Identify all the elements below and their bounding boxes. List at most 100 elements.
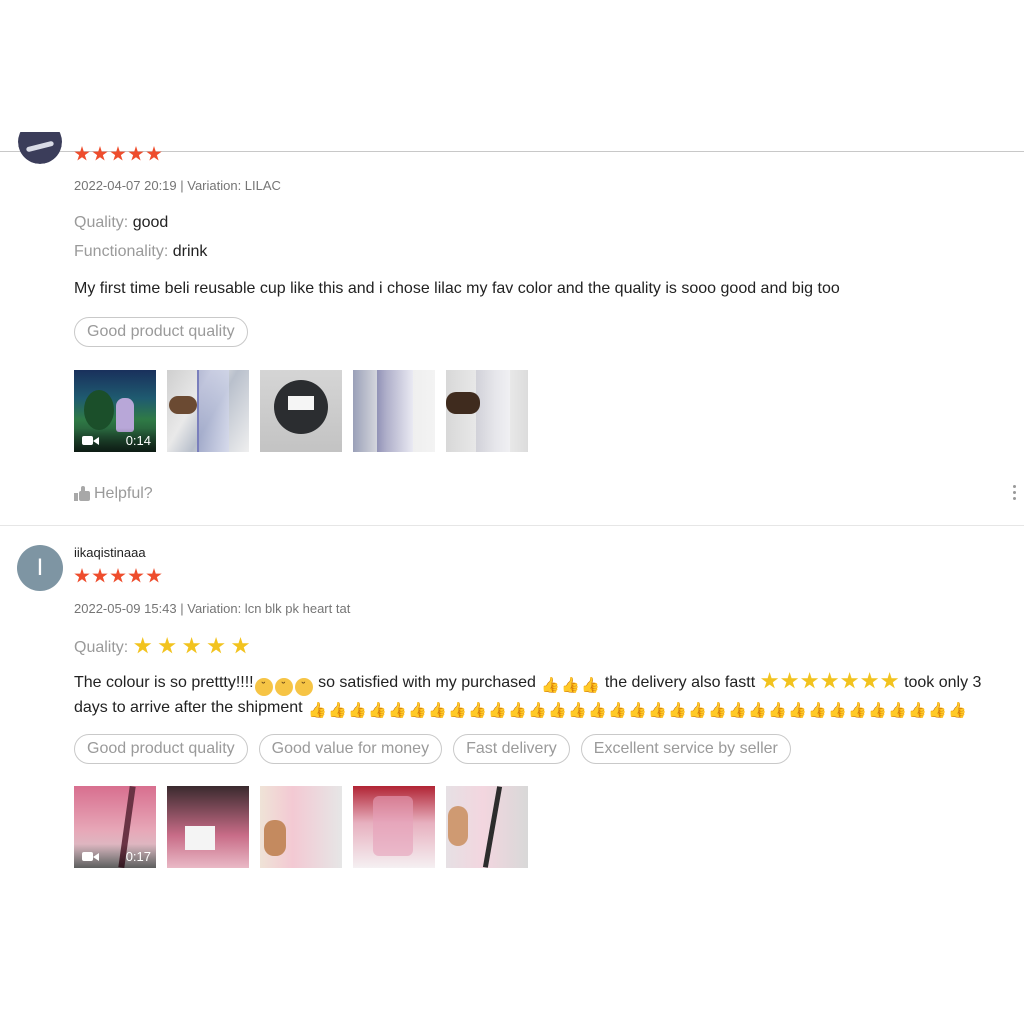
helpful-button[interactable]: Helpful?: [74, 485, 153, 503]
thumbs-up-emoji: 👍: [668, 702, 687, 719]
thumbs-up-emoji: 👍: [561, 677, 581, 694]
review-tag: Excellent service by seller: [580, 734, 791, 764]
attribute-value: good: [132, 214, 169, 231]
thumbs-up-emoji: 👍: [468, 702, 487, 719]
video-duration: 0:14: [125, 432, 151, 448]
star-emoji: [780, 672, 799, 689]
thumbs-up-emoji: 👍: [608, 702, 627, 719]
thumbs-up-emoji: 👍: [948, 702, 967, 719]
thumbs-up-emoji: 👍: [328, 702, 347, 719]
reviewer-avatar[interactable]: I: [17, 545, 63, 591]
reviewer-avatar[interactable]: [18, 132, 62, 164]
crying-face-emoji: ˘: [294, 678, 313, 696]
thumbs-up-emoji: 👍: [488, 702, 507, 719]
thumbs-up-emoji: 👍: [408, 702, 427, 719]
thumbs-up-emoji: 👍: [368, 702, 387, 719]
more-options-button[interactable]: [1013, 485, 1016, 500]
star-icon: [128, 146, 144, 161]
thumbs-up-emoji: 👍: [828, 702, 847, 719]
video-camera-icon: [82, 850, 99, 862]
helpful-label: Helpful?: [94, 485, 153, 502]
review-tag: Good product quality: [74, 734, 248, 764]
thumbs-up-emoji: 👍: [581, 677, 601, 694]
review-rating: [74, 146, 162, 162]
review-photo-thumbnail[interactable]: [353, 786, 435, 868]
review-tag: Good product quality: [74, 317, 248, 347]
review-photo-thumbnail[interactable]: [446, 370, 528, 452]
star-emoji: [820, 672, 839, 689]
attribute-label: Functionality:: [74, 243, 169, 260]
thumbs-up-emoji: 👍: [508, 702, 527, 719]
review-divider: [0, 525, 1024, 526]
video-duration: 0:17: [125, 848, 151, 864]
review-text-segment: The colour is so prettty!!!!: [74, 674, 254, 691]
star-icon: [128, 568, 144, 583]
review-photo-thumbnail[interactable]: [167, 370, 249, 452]
star-icon: [146, 146, 162, 161]
thumbs-up-emoji: 👍: [708, 702, 727, 719]
thumbs-up-emoji: 👍: [348, 702, 367, 719]
star-emoji: [182, 637, 201, 654]
thumbs-up-emoji: 👍: [588, 702, 607, 719]
thumbs-up-emoji: 👍: [868, 702, 887, 719]
thumbs-up-emoji: 👍: [688, 702, 707, 719]
review-meta: 2022-05-09 15:43 | Variation: lcn blk pk…: [74, 601, 351, 616]
thumbs-up-icon: [74, 486, 90, 502]
video-camera-icon: [82, 434, 99, 446]
thumbs-up-emoji: 👍: [728, 702, 747, 719]
thumbs-up-emoji: 👍: [788, 702, 807, 719]
review-text: My first time beli reusable cup like thi…: [74, 280, 840, 297]
thumbs-up-emoji: 👍: [528, 702, 547, 719]
reviewer-username[interactable]: iikaqistinaaa: [74, 545, 146, 560]
review-photo-thumbnail[interactable]: [260, 786, 342, 868]
star-icon: [110, 146, 126, 161]
review-rating: [74, 568, 162, 584]
star-emoji: [134, 637, 152, 654]
thumbs-up-emoji: 👍: [548, 702, 567, 719]
review-video-thumbnail[interactable]: 0:14: [74, 370, 156, 452]
thumbs-up-emoji: 👍: [628, 702, 647, 719]
thumbs-up-emoji: 👍: [308, 702, 327, 719]
review-photo-thumbnail[interactable]: [260, 370, 342, 452]
review-photo-thumbnail[interactable]: [167, 786, 249, 868]
thumbs-up-emoji: 👍: [768, 702, 787, 719]
star-icon: [110, 568, 126, 583]
star-emoji: [231, 637, 250, 654]
review-photo-thumbnail[interactable]: [446, 786, 528, 868]
review-media: 0:14: [74, 370, 528, 452]
crying-face-emoji: ˘: [254, 678, 273, 696]
thumbs-up-emoji: 👍: [848, 702, 867, 719]
star-emoji: [880, 672, 899, 689]
attribute-label: Quality:: [74, 639, 129, 656]
star-emoji: [207, 637, 225, 654]
star-emoji: [158, 637, 176, 654]
star-emoji: [840, 672, 859, 689]
star-icon: [92, 568, 108, 583]
review-video-thumbnail[interactable]: 0:17: [74, 786, 156, 868]
thumbs-up-emoji: 👍: [568, 702, 587, 719]
thumbs-up-emoji: 👍: [908, 702, 927, 719]
review-photo-thumbnail[interactable]: [353, 370, 435, 452]
thumbs-up-emoji: 👍: [928, 702, 947, 719]
more-vertical-icon: [1013, 485, 1016, 488]
quality-attribute: Quality:: [74, 637, 251, 657]
star-icon: [74, 568, 90, 583]
attribute-label: Quality:: [74, 214, 129, 231]
thumbs-up-emoji: 👍: [448, 702, 467, 719]
thumbs-up-emoji: 👍: [888, 702, 907, 719]
star-icon: [92, 146, 108, 161]
thumbs-up-emoji: 👍: [648, 702, 667, 719]
star-emoji: [800, 672, 819, 689]
review-text-segment: so satisfied with my purchased: [318, 674, 536, 691]
thumbs-up-emoji: 👍: [808, 702, 827, 719]
review-media: 0:17: [74, 786, 528, 868]
review-text-segment: the delivery also fastt: [604, 674, 756, 691]
star-icon: [146, 568, 162, 583]
review-tags: Good product quality Good value for mone…: [74, 734, 791, 764]
thumbs-up-emoji: 👍: [748, 702, 767, 719]
review-tag: Good value for money: [258, 734, 443, 764]
thumbs-up-emoji: 👍: [428, 702, 447, 719]
review-text: The colour is so prettty!!!! ˘ ˘ ˘ so satis…: [74, 671, 1004, 720]
star-emoji: [760, 672, 779, 689]
functionality-attribute: Functionality: drink: [74, 243, 207, 261]
